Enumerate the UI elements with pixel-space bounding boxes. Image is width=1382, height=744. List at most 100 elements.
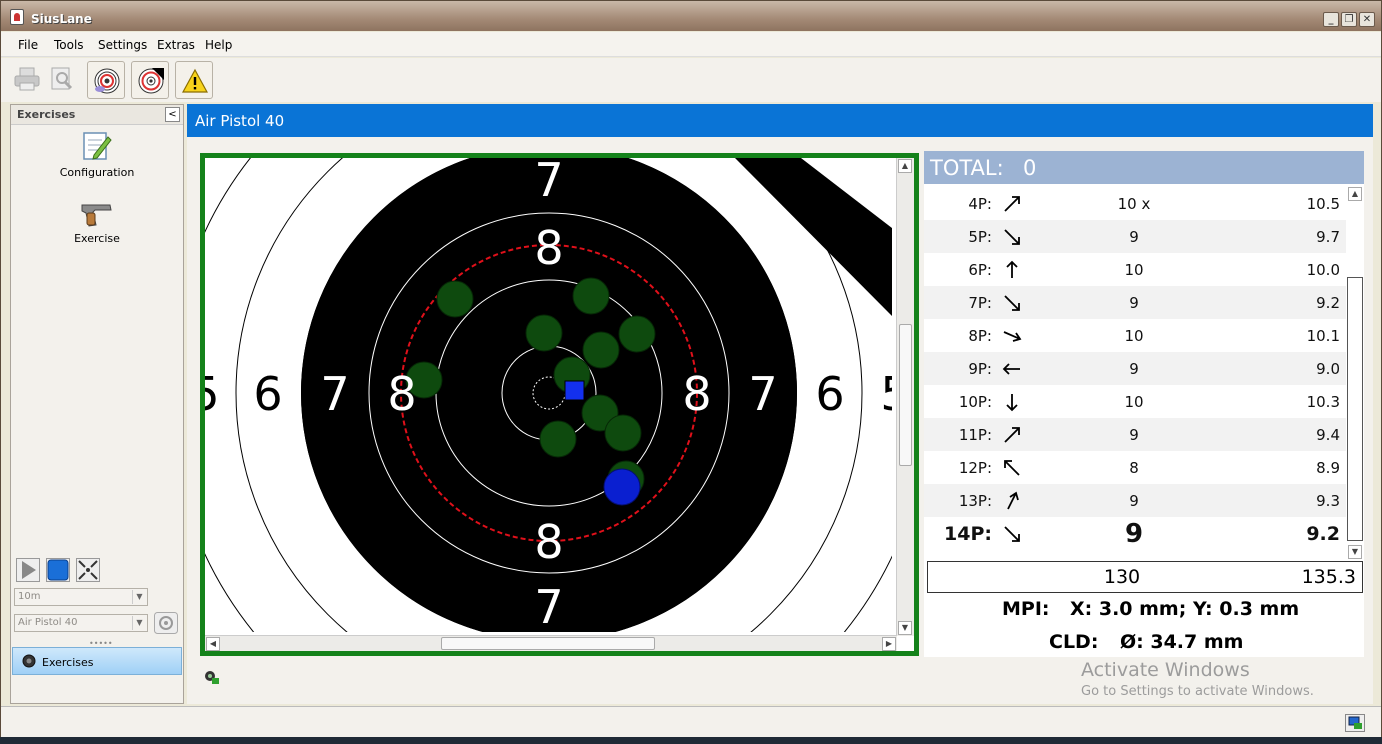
print-preview-icon[interactable] [49, 66, 75, 92]
shot-decimal: 9.4 [1316, 426, 1340, 444]
exercise-header: Air Pistol 40 [187, 104, 1373, 137]
restore-button[interactable]: ❐ [1341, 12, 1357, 27]
cld-label: CLD: [1049, 631, 1099, 653]
shot-row[interactable]: 11P: 9 9.4 [924, 418, 1346, 451]
scroll-down-button[interactable]: ▼ [898, 621, 912, 635]
exercises-tab[interactable]: Exercises [12, 647, 182, 675]
scroll-thumb[interactable] [1347, 277, 1363, 541]
printer-icon[interactable] [13, 66, 41, 92]
shot-decimal: 10.3 [1306, 393, 1340, 411]
shot-score: 9 [1129, 492, 1139, 510]
target-horizontal-scrollbar[interactable]: ◀ ▶ [205, 635, 897, 651]
shot-score: 10 x [1117, 195, 1151, 213]
stop-button[interactable] [46, 558, 70, 582]
chevron-down-icon: ▼ [132, 616, 146, 630]
ring-label-top-8: 8 [534, 221, 563, 275]
collapse-panel-button[interactable]: < [165, 107, 180, 122]
menu-settings[interactable]: Settings [98, 38, 147, 52]
target-vertical-scrollbar[interactable]: ▲ ▼ [896, 158, 914, 636]
distance-select[interactable]: 10m ▼ [14, 588, 148, 606]
ring-label-left-6: 6 [253, 367, 282, 421]
mpi-value: X: 3.0 mm; Y: 0.3 mm [1070, 598, 1300, 620]
direction-arrow-icon [1003, 331, 1022, 342]
menu-help[interactable]: Help [205, 38, 232, 52]
target-view[interactable]: 7 8 8 7 5 6 7 8 8 7 6 5 ▲ [200, 153, 919, 656]
program-value: Air Pistol 40 [18, 617, 78, 628]
shot-row[interactable]: 14P: 9 9.2 [924, 517, 1346, 550]
distance-value: 10m [18, 591, 41, 602]
ring-label-top-7: 7 [534, 158, 563, 207]
scroll-thumb[interactable] [899, 324, 912, 466]
shot-decimal: 9.0 [1316, 360, 1340, 378]
chevron-down-icon: ▼ [132, 590, 146, 604]
close-button[interactable]: ✕ [1359, 12, 1375, 27]
minimize-button[interactable]: _ [1323, 12, 1339, 27]
shot-row[interactable]: 7P: 9 9.2 [924, 286, 1346, 319]
shot-number: 11P: [958, 426, 992, 444]
configuration-item[interactable]: Configuration [11, 131, 183, 179]
scroll-down-button[interactable]: ▼ [1348, 545, 1362, 559]
shot-decimal: 9.3 [1316, 492, 1340, 510]
scroll-thumb[interactable] [441, 637, 655, 650]
mpi-marker [564, 380, 585, 401]
shot-decimal: 9.7 [1316, 228, 1340, 246]
direction-arrow-icon [1004, 427, 1020, 443]
scroll-up-button[interactable]: ▲ [1348, 187, 1362, 201]
menu-bar: File Tools Settings Extras Help [1, 32, 1381, 57]
shot-row[interactable]: 8P: 10 10.1 [924, 319, 1346, 352]
target-mark-button[interactable] [131, 61, 169, 99]
shot-number: 5P: [968, 228, 992, 246]
ring-label-right-8: 8 [682, 367, 711, 421]
scroll-left-button[interactable]: ◀ [206, 637, 220, 651]
shot-row[interactable]: 5P: 9 9.7 [924, 220, 1346, 253]
status-bar [1, 706, 1381, 738]
scroll-right-button[interactable]: ▶ [882, 637, 896, 651]
shot-number: 9P: [968, 360, 992, 378]
warning-icon [182, 68, 208, 93]
shot-row[interactable]: 12P: 8 8.9 [924, 451, 1346, 484]
ring-label-left-7: 7 [320, 367, 349, 421]
direction-arrow-icon [1002, 363, 1020, 375]
menu-extras[interactable]: Extras [157, 38, 195, 52]
play-button[interactable] [16, 558, 40, 582]
scroll-up-button[interactable]: ▲ [898, 159, 912, 173]
sum-decimal: 135.3 [1301, 566, 1356, 588]
menu-tools[interactable]: Tools [54, 38, 84, 52]
pistol-icon [81, 204, 112, 227]
shot-score: 9 [1129, 426, 1139, 444]
fit-view-button[interactable] [76, 558, 100, 582]
shot-decimal: 10.0 [1306, 261, 1340, 279]
shot-hole [436, 280, 474, 318]
cld-value: Ø: 34.7 mm [1120, 631, 1244, 653]
shot-number: 7P: [968, 294, 992, 312]
program-select[interactable]: Air Pistol 40 ▼ [14, 614, 148, 632]
mpi-label: MPI: [1002, 598, 1050, 620]
direction-arrow-icon [1004, 229, 1020, 245]
configuration-icon [83, 132, 112, 160]
warning-button[interactable] [175, 61, 213, 99]
shot-number: 13P: [958, 492, 992, 510]
exercises-panel-title: Exercises [17, 108, 76, 121]
configuration-label: Configuration [59, 166, 135, 179]
target-mark-icon [138, 68, 164, 94]
shot-list-scrollbar[interactable]: ▲ ▼ [1346, 187, 1364, 559]
network-status-icon[interactable] [1345, 714, 1365, 732]
shot-row[interactable]: 9P: 9 9.0 [924, 352, 1346, 385]
exercise-item[interactable]: Exercise [11, 199, 183, 245]
direction-arrow-icon [1007, 491, 1019, 510]
shot-hole [582, 331, 620, 369]
shot-row[interactable]: 4P: 10 x 10.5 [924, 187, 1346, 220]
total-bar: TOTAL: 0 [924, 151, 1364, 184]
shot-decimal: 10.1 [1306, 327, 1340, 345]
shot-row[interactable]: 13P: 9 9.3 [924, 484, 1346, 517]
total-value: 0 [1023, 156, 1037, 180]
menu-file[interactable]: File [18, 38, 38, 52]
shot-row[interactable]: 6P: 10 10.0 [924, 253, 1346, 286]
direction-arrow-icon [1004, 526, 1020, 542]
ring-label-left-8: 8 [387, 367, 416, 421]
apply-program-button[interactable] [154, 612, 178, 634]
target-button[interactable] [87, 61, 125, 99]
shot-row[interactable]: 10P: 10 10.3 [924, 385, 1346, 418]
summary-box: 130 135.3 [927, 561, 1363, 593]
direction-arrow-icon [1004, 295, 1020, 311]
